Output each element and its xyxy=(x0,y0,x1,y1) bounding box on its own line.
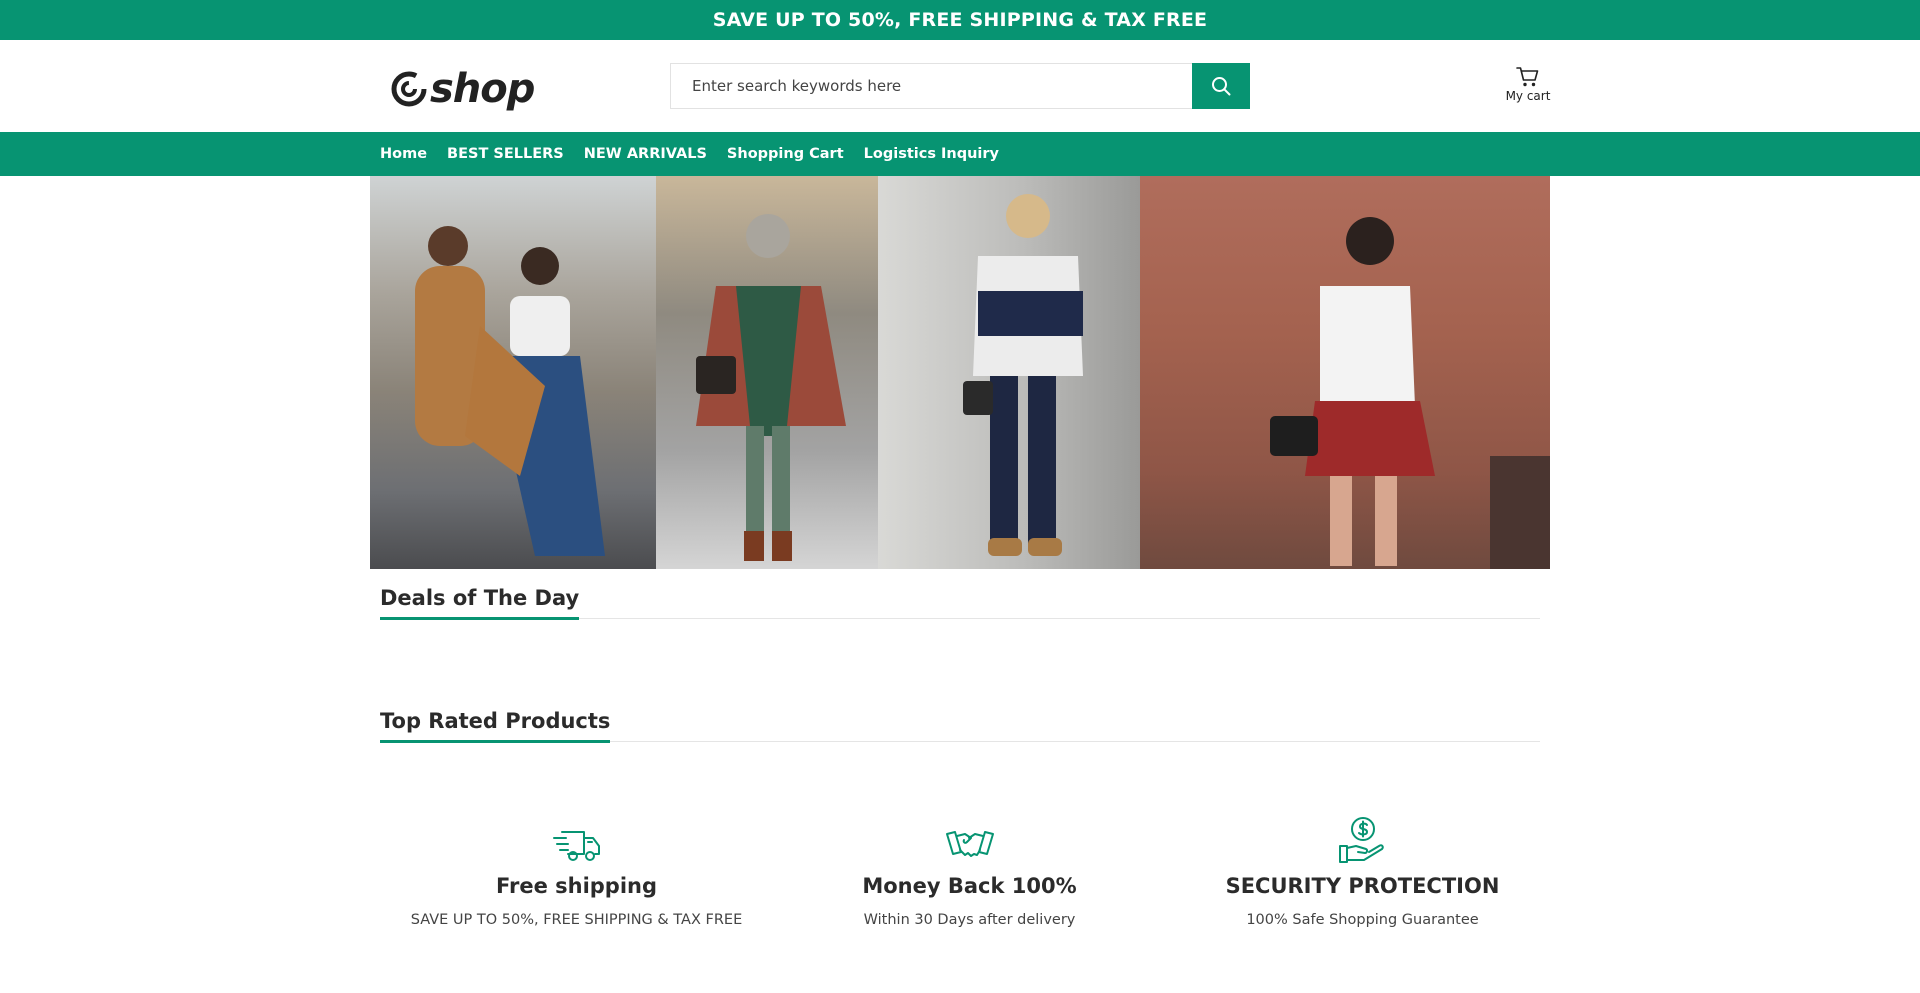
top-rated-title: Top Rated Products xyxy=(380,709,611,743)
nav-item-logistics-inquiry[interactable]: Logistics Inquiry xyxy=(864,146,999,162)
feature-title: Money Back 100% xyxy=(862,874,1077,898)
hero-photo-3-figures xyxy=(963,194,1083,556)
site-logo[interactable]: shop xyxy=(390,66,535,112)
hero-photo-3 xyxy=(878,176,1140,569)
deals-section: Deals of The Day xyxy=(380,586,1540,620)
search-icon xyxy=(1212,77,1231,96)
announcement-bar: SAVE UP TO 50%, FREE SHIPPING & TAX FREE xyxy=(0,0,1920,40)
hero-photo-2-figures xyxy=(696,214,846,561)
logo-swirl-icon xyxy=(391,71,427,107)
deals-title: Deals of The Day xyxy=(380,586,580,620)
hero-photo-1 xyxy=(370,176,656,569)
header: shop My cart xyxy=(0,40,1920,132)
cart-button[interactable]: My cart xyxy=(1504,66,1552,103)
search-button[interactable] xyxy=(1192,63,1250,109)
hero-photo-4 xyxy=(1140,176,1550,569)
main-nav: Home BEST SELLERS NEW ARRIVALS Shopping … xyxy=(0,132,1920,176)
announcement-text: SAVE UP TO 50%, FREE SHIPPING & TAX FREE xyxy=(712,9,1208,31)
logo-text: shop xyxy=(430,66,535,112)
dollar-hand-icon xyxy=(1338,817,1384,863)
hero-photo-2 xyxy=(656,176,878,569)
feature-description: SAVE UP TO 50%, FREE SHIPPING & TAX FREE xyxy=(410,912,743,928)
hero-photo-1-figures xyxy=(415,226,605,556)
feature-free-shipping: Free shipping SAVE UP TO 50%, FREE SHIPP… xyxy=(380,822,773,928)
features-row: Free shipping SAVE UP TO 50%, FREE SHIPP… xyxy=(380,817,1560,928)
handshake-icon xyxy=(945,831,994,857)
cart-icon xyxy=(1516,67,1539,87)
nav-item-shopping-cart[interactable]: Shopping Cart xyxy=(727,146,844,162)
truck-icon xyxy=(552,831,600,861)
hero-photo-4-figures xyxy=(1270,217,1550,569)
search-bar xyxy=(670,63,1250,109)
search-input[interactable] xyxy=(670,63,1192,109)
nav-item-home[interactable]: Home xyxy=(380,146,427,162)
feature-description: Within 30 Days after delivery xyxy=(863,912,1076,928)
feature-security: SECURITY PROTECTION 100% Safe Shopping G… xyxy=(1166,817,1559,928)
top-rated-section: Top Rated Products xyxy=(380,709,1540,743)
feature-title: Free shipping xyxy=(495,874,658,898)
nav-item-best-sellers[interactable]: BEST SELLERS xyxy=(447,146,564,162)
feature-money-back: Money Back 100% Within 30 Days after del… xyxy=(773,822,1166,928)
feature-description: 100% Safe Shopping Guarantee xyxy=(1246,912,1479,928)
nav-item-new-arrivals[interactable]: NEW ARRIVALS xyxy=(584,146,707,162)
cart-label: My cart xyxy=(1505,89,1551,103)
hero-banner[interactable] xyxy=(370,176,1550,569)
feature-title: SECURITY PROTECTION xyxy=(1225,874,1500,898)
